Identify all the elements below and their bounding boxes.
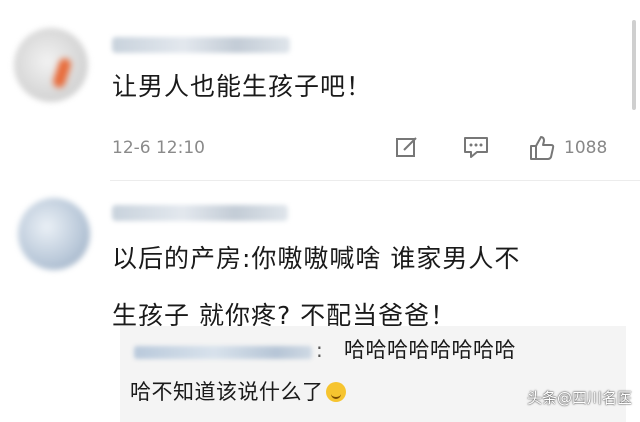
like-button[interactable]: 1088 (528, 134, 607, 162)
comment-icon (464, 137, 488, 158)
comment-timestamp: 12-6 12:10 (112, 138, 205, 158)
comment-line: 以后的产房:你嗷嗷喊啥 谁家男人不 (112, 244, 521, 273)
reply-username-blurred[interactable] (134, 346, 312, 359)
reply-text-line: 哈不知道该说什么了 (130, 376, 346, 406)
reply-text: 哈不知道该说什么了 (130, 380, 324, 404)
edit-button[interactable] (394, 134, 420, 160)
like-icon (530, 136, 555, 160)
reply-colon: : (316, 338, 323, 362)
username-blurred[interactable] (112, 37, 290, 53)
like-count: 1088 (564, 138, 608, 158)
comment-text: 让男人也能生孩子吧！ (112, 72, 373, 101)
username-blurred[interactable] (112, 205, 288, 221)
reply-text-line: 哈哈哈哈哈哈哈哈 (344, 338, 516, 362)
comment-divider (110, 180, 640, 181)
reply-button[interactable] (462, 134, 490, 160)
scrollbar[interactable] (632, 20, 636, 110)
watermark: 头条@四川名医 (526, 389, 632, 407)
avatar[interactable] (18, 198, 90, 270)
laughing-crying-emoji-icon (325, 382, 346, 402)
avatar[interactable] (14, 28, 88, 102)
edit-icon (396, 137, 417, 157)
